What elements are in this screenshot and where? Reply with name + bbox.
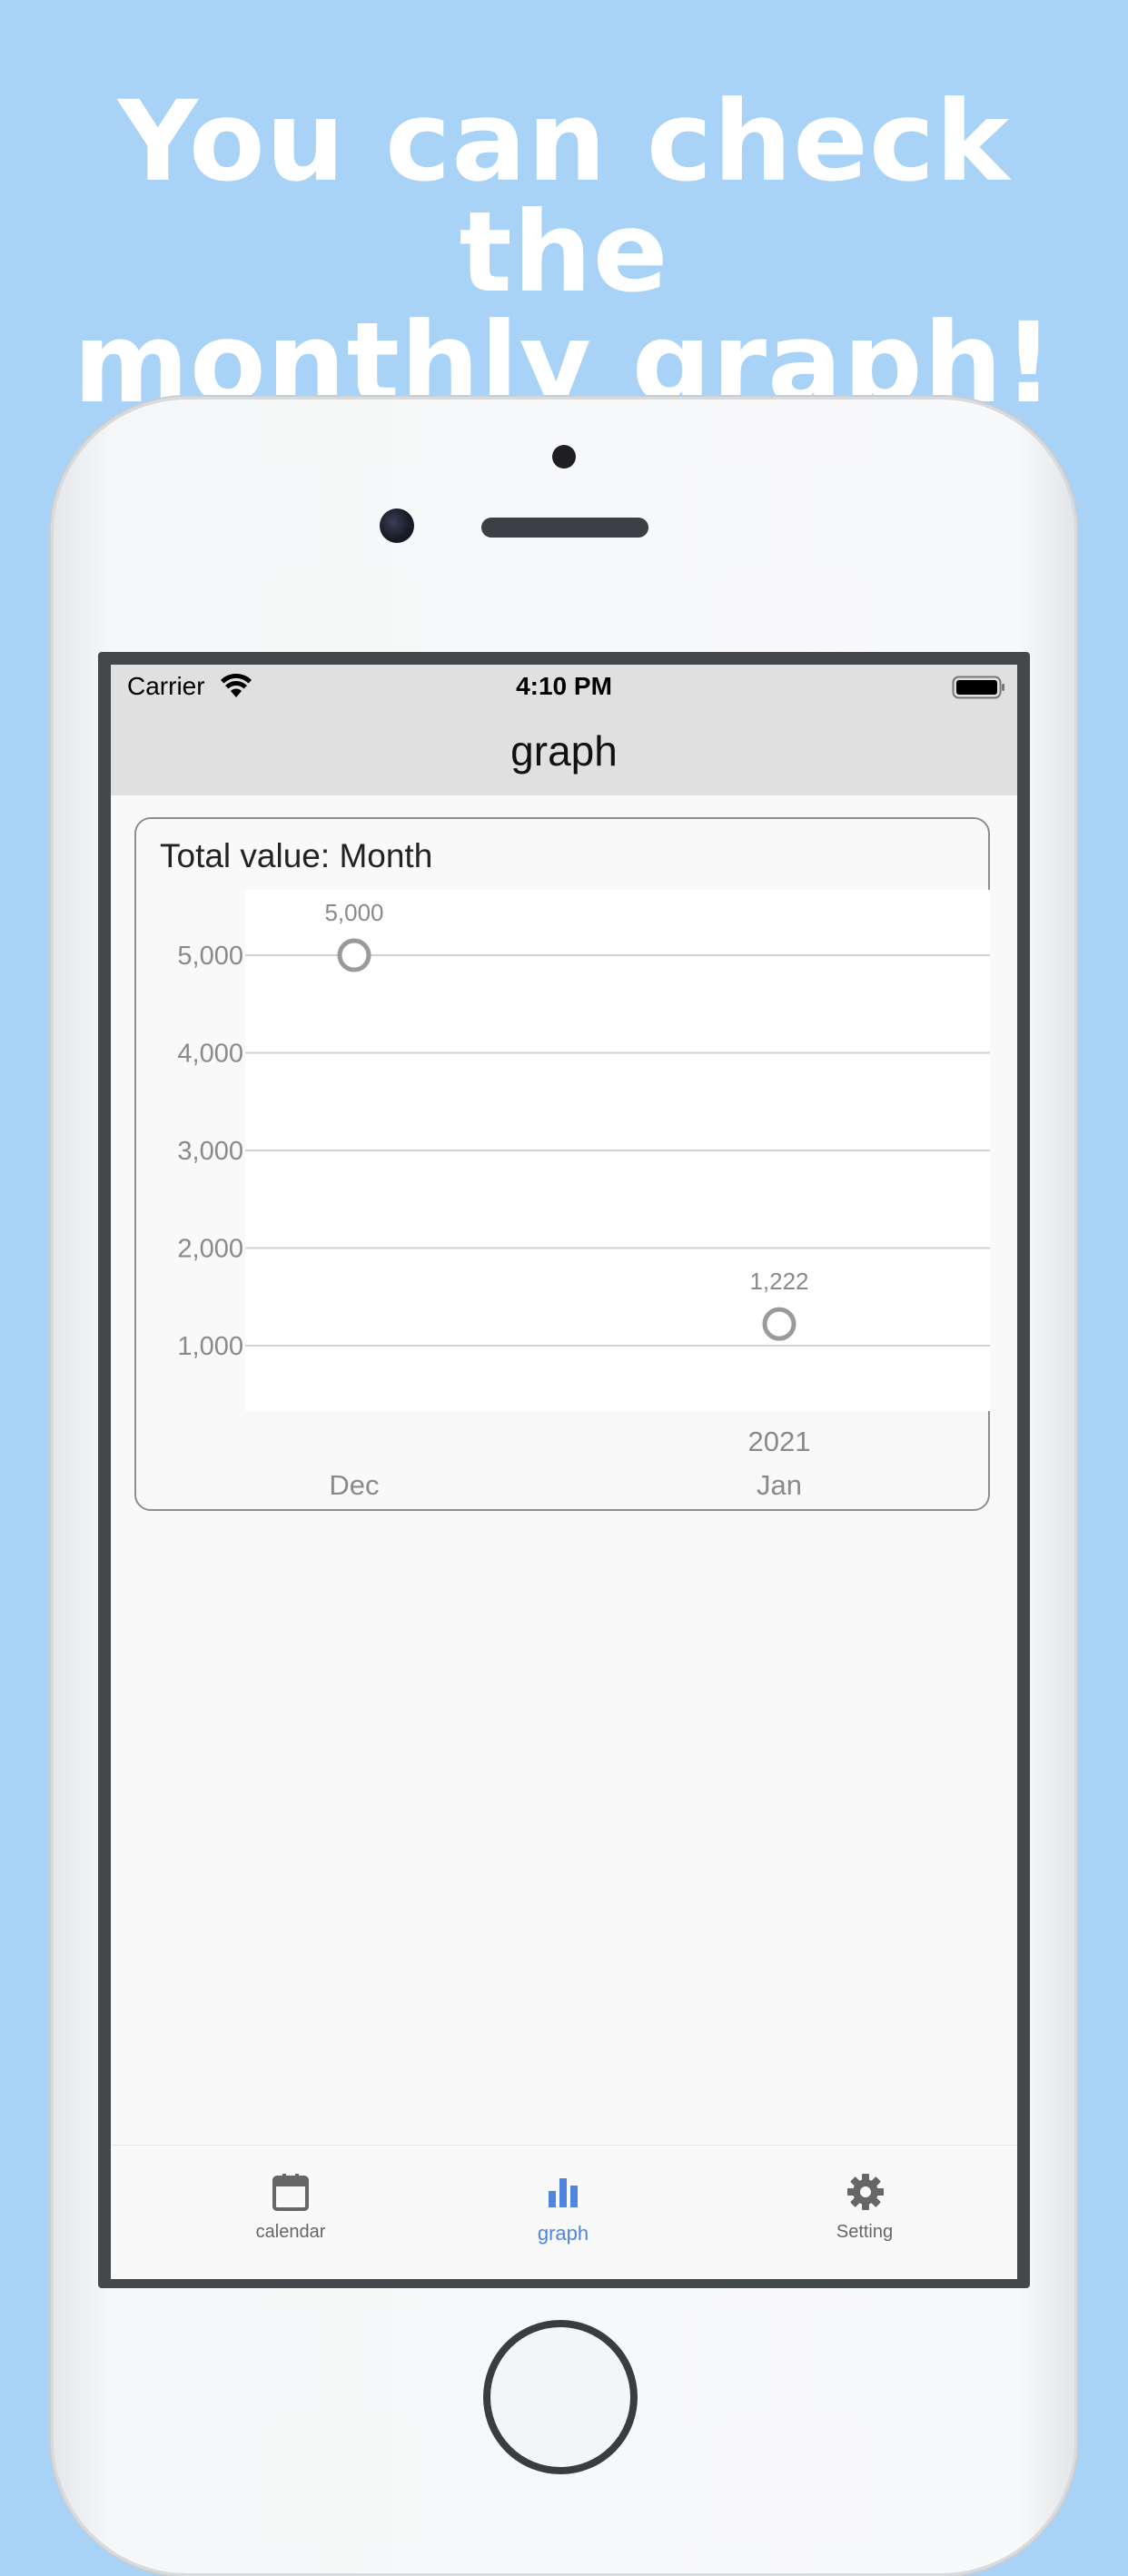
promo-headline-line1: You can check the [117, 77, 1011, 317]
data-point [337, 938, 371, 972]
y-tick-label: 4,000 [177, 1040, 243, 1069]
data-point [762, 1307, 797, 1341]
battery-icon [952, 676, 1004, 699]
tab-calendar[interactable]: calendar [200, 2146, 381, 2279]
data-label: 5,000 [324, 899, 383, 926]
x-sublabel: 2021 [748, 1426, 811, 1457]
tab-graph-label: graph [537, 2222, 589, 2245]
app-bar: Carrier 4:10 PM graph [111, 665, 1017, 795]
promo-headline: You can check the monthly graph! [0, 86, 1128, 419]
bar-chart-icon [549, 2178, 578, 2207]
data-label: 1,222 [749, 1268, 808, 1295]
y-tick-label: 5,000 [177, 942, 243, 971]
monthly-chart: 1,000 2,000 3,000 4,000 5,000 Dec 2021 Jan 5,000… [177, 890, 990, 1501]
monthly-graph-card: Total value: Month 1,000 2,000 3,000 4,000 5… [134, 817, 990, 1511]
nav-title: graph [510, 727, 618, 775]
x-tick-label: Dec [329, 1469, 379, 1501]
status-time: 4:10 PM [516, 672, 612, 700]
tab-setting-label: Setting [836, 2222, 894, 2242]
y-tick-label: 3,000 [177, 1137, 243, 1166]
gear-icon [847, 2174, 884, 2210]
earpiece-speaker [481, 518, 648, 538]
home-button[interactable] [483, 2320, 638, 2474]
tab-bar: calendar graph Setting [111, 2145, 1017, 2279]
calendar-icon [272, 2174, 309, 2211]
tab-setting[interactable]: Setting [774, 2146, 955, 2279]
tab-graph[interactable]: graph [472, 2146, 654, 2279]
y-tick-label: 2,000 [177, 1234, 243, 1263]
app-screen: Carrier 4:10 PM graph Total value: Month… [111, 665, 1017, 2279]
proximity-sensor [552, 445, 576, 469]
x-tick-label: Jan [757, 1469, 802, 1501]
tab-calendar-label: calendar [255, 2222, 326, 2242]
front-camera [380, 508, 414, 543]
y-tick-label: 1,000 [177, 1332, 243, 1361]
